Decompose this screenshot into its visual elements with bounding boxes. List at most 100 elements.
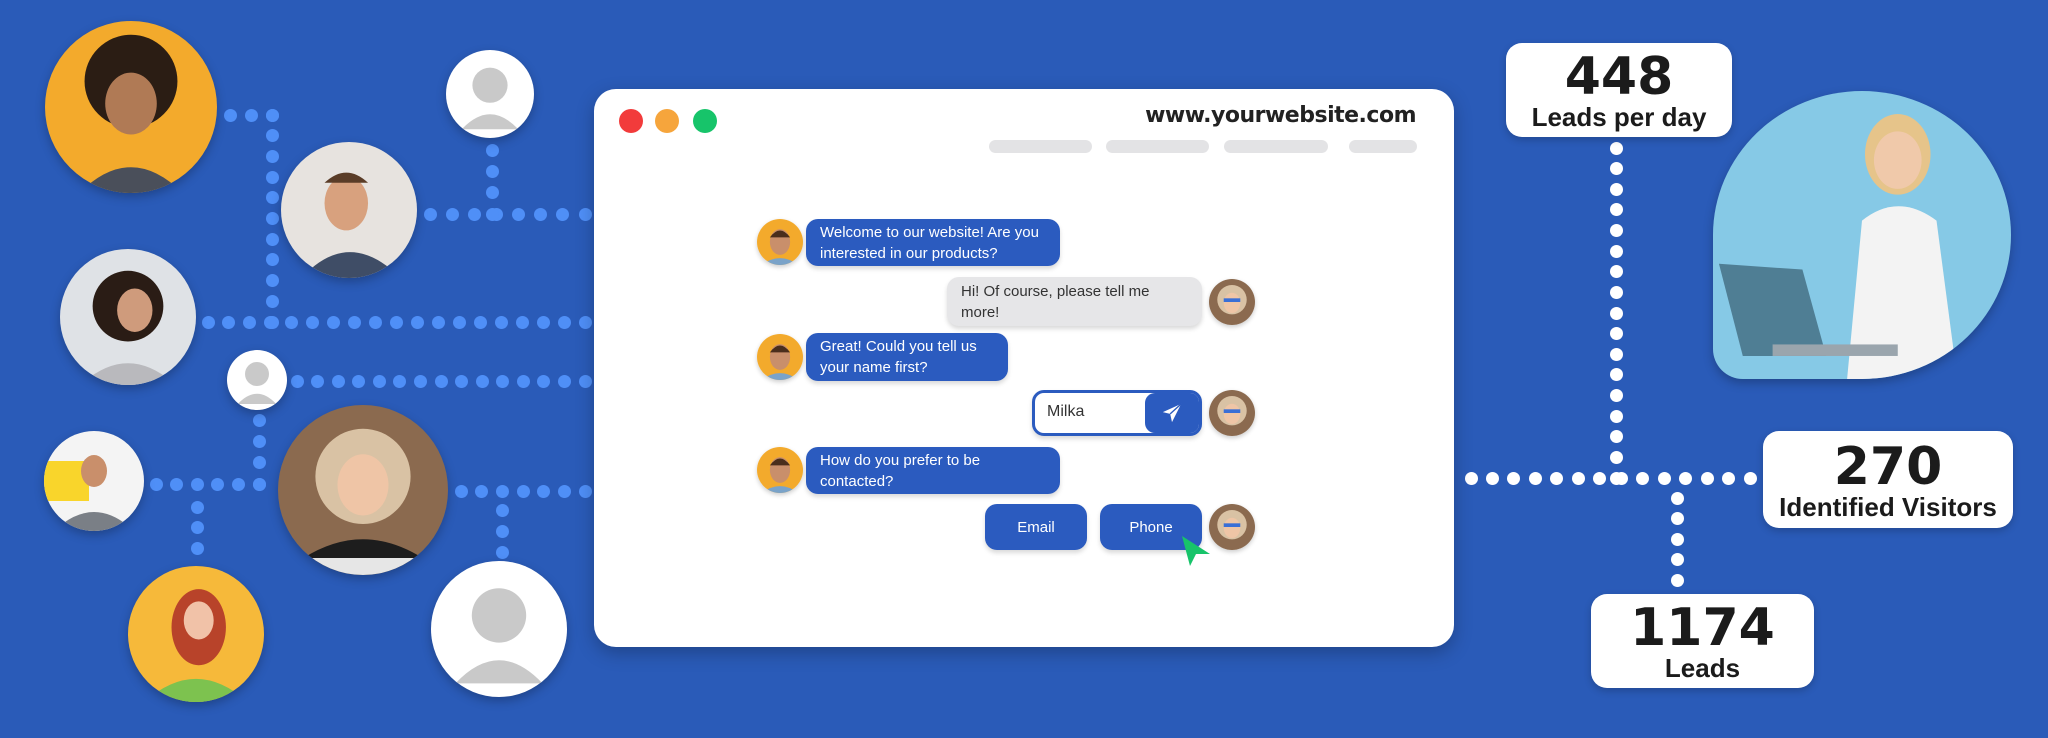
connector-dot [534, 207, 548, 221]
connector-dot [1609, 244, 1623, 258]
stat-label: Leads [1664, 653, 1741, 683]
connector-dot [265, 253, 279, 267]
connector-dot [190, 541, 204, 555]
connector-dot [413, 374, 427, 388]
connector-dot [410, 315, 424, 329]
connector-dot [1614, 471, 1628, 485]
connector-dot [369, 315, 383, 329]
connector-dot [473, 315, 487, 329]
connector-dot [494, 315, 508, 329]
stat-leads-per-day: 448 Leads per day [1506, 43, 1732, 137]
visitor-photo-blonde-woman [278, 405, 448, 575]
connector-dot [265, 232, 279, 246]
connector-dot [265, 294, 279, 308]
connector-dot [252, 477, 266, 491]
connector-dot [423, 207, 437, 221]
connector-dot [264, 315, 278, 329]
connector-dot [536, 315, 550, 329]
connector-dot [1670, 532, 1684, 546]
name-input[interactable]: Milka [1032, 390, 1202, 436]
visitor-placeholder-avatar [446, 50, 534, 138]
connector-dot [306, 315, 320, 329]
visitor-avatar [1209, 390, 1255, 436]
connector-dot [516, 374, 530, 388]
connector-dot [352, 374, 366, 388]
connector-dot [537, 484, 551, 498]
connector-dot [265, 274, 279, 288]
stat-label: Identified Visitors [1779, 492, 1997, 522]
connector-dot [1609, 162, 1623, 176]
connector-dot [1609, 306, 1623, 320]
close-window-dot[interactable] [619, 109, 643, 133]
visitor-photo-curly-woman [60, 249, 196, 385]
connector-dot [455, 374, 469, 388]
chat-message-bot: How do you prefer to be contacted? [806, 447, 1060, 494]
option-email-button[interactable]: Email [985, 504, 1087, 550]
connector-dot [1571, 471, 1585, 485]
connector-dot [1609, 327, 1623, 341]
connector-dot [252, 413, 266, 427]
send-button[interactable] [1145, 393, 1199, 433]
connector-dot [467, 207, 481, 221]
chat-message-bot: Great! Could you tell us your name first… [806, 333, 1008, 381]
connector-dot [1679, 471, 1693, 485]
connector-dot [1609, 285, 1623, 299]
connector-dot [1528, 471, 1542, 485]
connector-dot [211, 477, 225, 491]
connector-dot [445, 207, 459, 221]
connector-dot [452, 315, 466, 329]
bot-avatar [757, 219, 803, 265]
connector-dot [431, 315, 445, 329]
connector-dot [170, 477, 184, 491]
connector-dot [475, 374, 489, 388]
connector-dot [1636, 471, 1650, 485]
bot-avatar [757, 334, 803, 380]
connector-dot [190, 521, 204, 534]
connector-dot [348, 315, 362, 329]
connector-dot [265, 129, 279, 143]
connector-dot [485, 143, 499, 157]
nav-placeholder [1106, 140, 1209, 153]
connector-dot [1670, 573, 1684, 587]
connector-dot [149, 477, 163, 491]
nav-placeholder [1349, 140, 1417, 153]
connector-dot [223, 108, 237, 122]
connector-dot [1464, 471, 1478, 485]
connector-dot [578, 484, 592, 498]
connector-dot [537, 374, 551, 388]
connector-dot [1609, 265, 1623, 279]
connector-dot [265, 170, 279, 184]
minimize-window-dot[interactable] [655, 109, 679, 133]
connector-dot [1550, 471, 1564, 485]
connector-dot [290, 374, 304, 388]
connector-dot [390, 315, 403, 329]
connector-dot [557, 484, 571, 498]
chat-message-bot: Welcome to our website! Are you interest… [806, 219, 1060, 266]
connector-dot [1670, 512, 1684, 525]
nav-placeholder [1224, 140, 1328, 153]
connector-dot [252, 456, 266, 470]
connector-dot [485, 186, 499, 200]
connector-dot [578, 374, 592, 388]
connector-dot [516, 484, 530, 498]
connector-dot [496, 374, 510, 388]
maximize-window-dot[interactable] [693, 109, 717, 133]
connector-dot [557, 315, 571, 329]
connector-dot [485, 164, 499, 178]
connector-dot [252, 434, 266, 448]
connector-dot [331, 374, 345, 388]
stat-label: Leads per day [1531, 102, 1707, 132]
connector-dot [231, 477, 245, 491]
paper-plane-icon [1162, 403, 1182, 423]
connector-dot [190, 477, 204, 491]
stat-value: 1174 [1630, 598, 1775, 658]
connector-dot [557, 374, 571, 388]
connector-dot [1700, 471, 1714, 485]
connector-dot [1670, 491, 1684, 505]
connector-dot [454, 484, 468, 498]
visitor-photo-man-yellow [44, 431, 144, 531]
visitor-photo-redhead-woman [128, 566, 264, 702]
stat-value: 270 [1833, 437, 1943, 497]
connector-dot [1670, 553, 1684, 566]
connector-dot [515, 315, 529, 329]
